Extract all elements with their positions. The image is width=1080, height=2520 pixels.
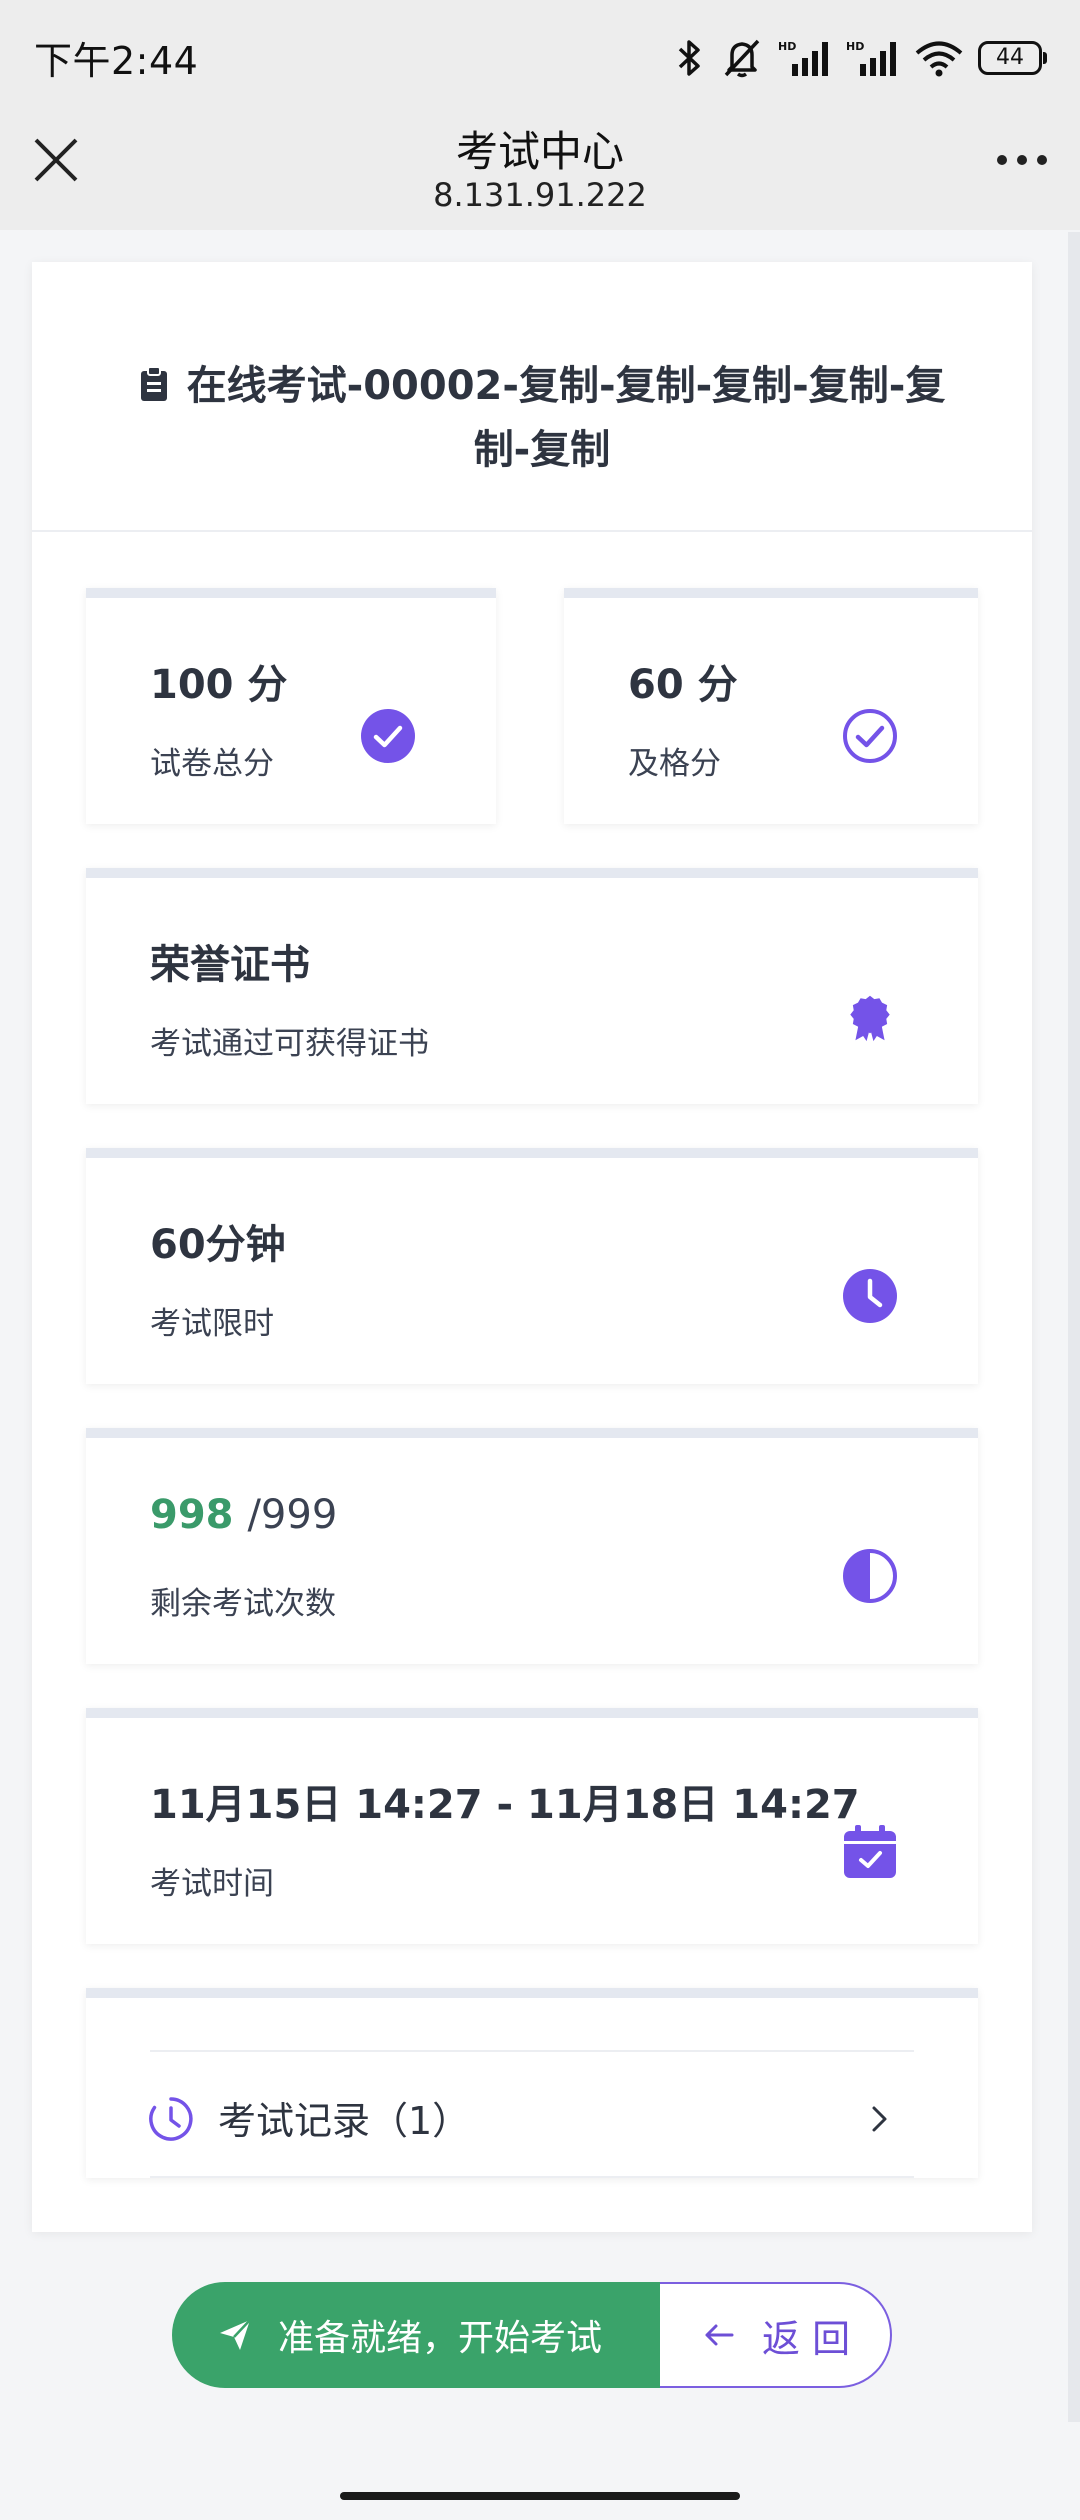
status-icons: HD HD 44 [672, 36, 1047, 80]
clock-filled-icon [843, 1269, 897, 1323]
half-circle-icon [843, 1549, 897, 1603]
chevron-right-icon [872, 2106, 887, 2132]
battery-icon: 44 [978, 41, 1047, 75]
exam-records-label: 考试记录（1） [218, 2099, 471, 2143]
mute-icon [724, 39, 760, 78]
back-label: 返 回 [762, 2316, 851, 2361]
pass-score-value: 60 分 [628, 662, 738, 708]
svg-text:HD: HD [778, 40, 796, 53]
back-button[interactable]: 返 回 [660, 2282, 892, 2388]
exam-title: 在线考试-00002-复制-复制-复制-复制-复制-复制 [112, 354, 972, 482]
time-limit-label: 考试限时 [150, 1306, 274, 1342]
check-circle-outline-icon [843, 709, 897, 763]
certificate-card: 荣誉证书 考试通过可获得证书 [86, 868, 978, 1104]
certificate-value: 荣誉证书 [150, 942, 310, 988]
attempts-value: 998 /999 [150, 1492, 337, 1538]
history-clock-icon [149, 2097, 193, 2141]
exam-records-row[interactable]: 考试记录（1） [86, 1988, 978, 2178]
attempts-label: 剩余考试次数 [150, 1586, 336, 1622]
time-limit-card: 60分钟 考试限时 [86, 1148, 978, 1384]
exam-time-value: 11月15日 14:27 - 11月18日 14:27 [150, 1782, 860, 1828]
total-score-value: 100 分 [150, 662, 288, 708]
award-badge-icon [850, 995, 890, 1042]
certificate-label: 考试通过可获得证书 [150, 1026, 429, 1062]
calendar-check-icon [844, 1825, 896, 1878]
clipboard-icon [140, 366, 167, 401]
total-score-label: 试卷总分 [150, 746, 274, 782]
start-exam-label: 准备就绪，开始考试 [278, 2318, 603, 2359]
exam-time-label: 考试时间 [150, 1866, 274, 1902]
page-subtitle: 8.131.91.222 [433, 176, 647, 214]
attempts-card: 998 /999 剩余考试次数 [86, 1428, 978, 1664]
hd-signal-icon: HD [846, 40, 896, 76]
bluetooth-icon [678, 40, 700, 76]
home-indicator[interactable] [340, 2492, 740, 2500]
more-icon[interactable] [994, 152, 1050, 168]
exam-title-text: 在线考试-00002-复制-复制-复制-复制-复制-复制 [186, 363, 946, 473]
divider [150, 2176, 914, 2178]
start-exam-button[interactable]: 准备就绪，开始考试 [172, 2282, 660, 2388]
hd-signal-icon: HD [778, 40, 828, 76]
scrollbar[interactable] [1068, 232, 1080, 2422]
svg-text:HD: HD [846, 40, 864, 53]
time-limit-value: 60分钟 [150, 1222, 286, 1268]
page-title: 考试中心 [455, 127, 624, 176]
status-bar: 下午2:44 HD HD 44 [0, 0, 1080, 110]
check-circle-filled-icon [361, 709, 415, 763]
wifi-icon [915, 41, 963, 77]
status-time: 下午2:44 [34, 39, 199, 83]
divider [150, 2050, 914, 2052]
pass-score-card: 60 分 及格分 [564, 588, 978, 824]
nav-bar: 考试中心 8.131.91.222 [0, 110, 1080, 230]
arrow-left-icon [705, 2324, 734, 2346]
attempts-total: /999 [247, 1492, 338, 1538]
exam-time-card: 11月15日 14:27 - 11月18日 14:27 考试时间 [86, 1708, 978, 1944]
total-score-card: 100 分 试卷总分 [86, 588, 496, 824]
exam-header: 在线考试-00002-复制-复制-复制-复制-复制-复制 [32, 262, 1032, 532]
send-icon [220, 2319, 251, 2350]
exam-card: 在线考试-00002-复制-复制-复制-复制-复制-复制 100 分 试卷总分 … [32, 262, 1032, 2232]
attempts-remaining: 998 [150, 1492, 234, 1538]
pass-score-label: 及格分 [628, 746, 721, 782]
